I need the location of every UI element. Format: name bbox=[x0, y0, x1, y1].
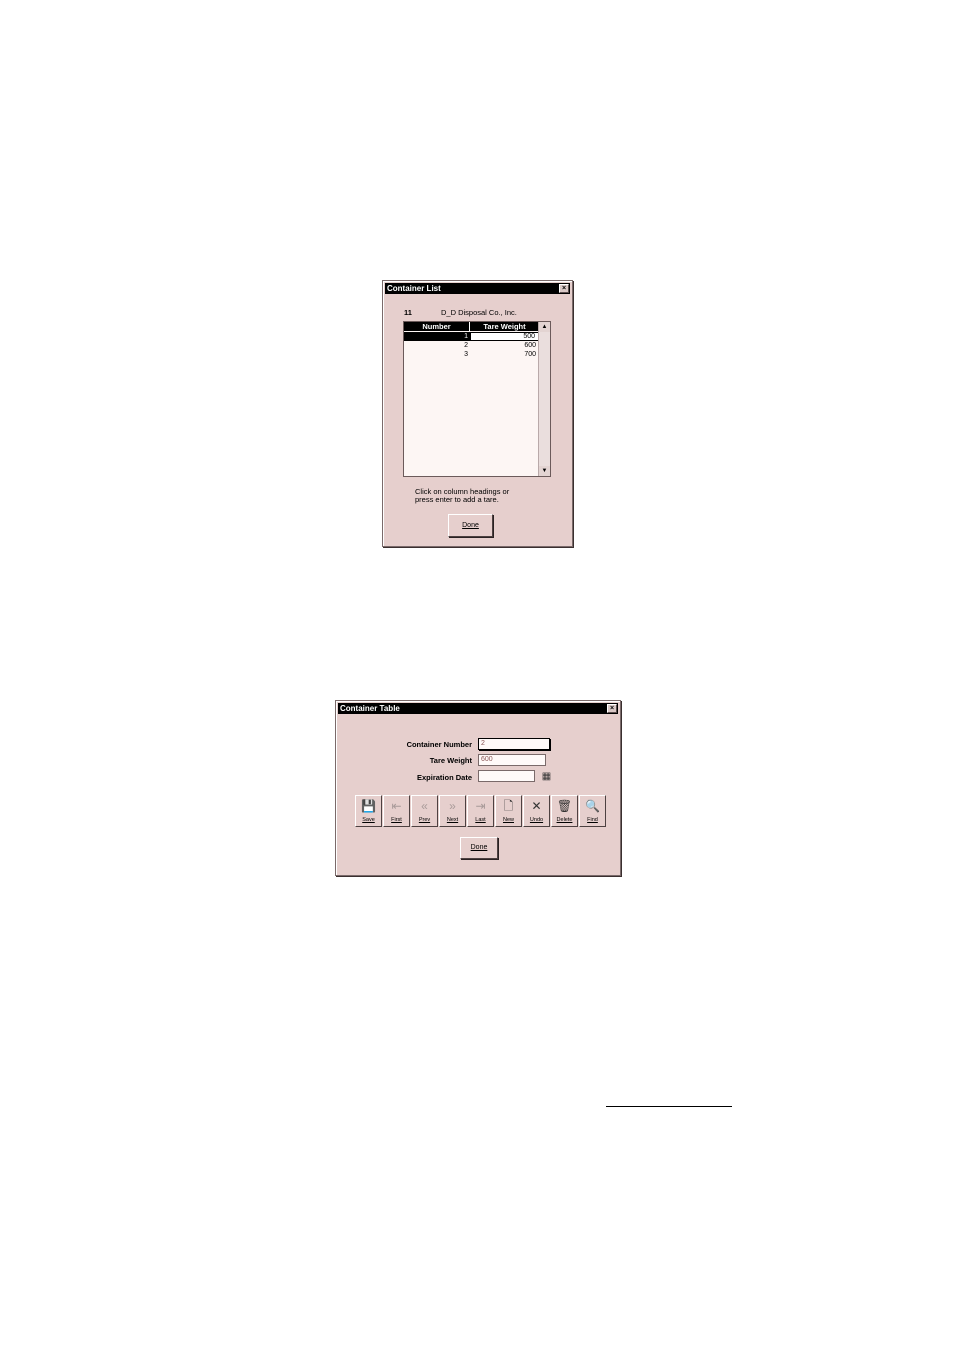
column-header-tare-weight[interactable]: Tare Weight bbox=[470, 322, 539, 331]
undo-icon: ✕ bbox=[531, 799, 542, 813]
row-number: 1 bbox=[464, 333, 468, 340]
delete-button[interactable]: 🗑 Delete bbox=[551, 795, 578, 827]
expiration-date-label: Expiration Date bbox=[416, 773, 472, 782]
tare-weight-input[interactable]: 600 bbox=[478, 754, 546, 766]
row-number: 3 bbox=[464, 351, 468, 358]
new-icon: 🗋 bbox=[503, 799, 514, 813]
find-label: Find bbox=[587, 817, 598, 823]
find-button[interactable]: 🔍 Find bbox=[579, 795, 606, 827]
done-button[interactable]: Done bbox=[460, 837, 498, 859]
hint-line-2: press enter to add a tare. bbox=[415, 495, 499, 504]
container-list-title: Container List bbox=[387, 284, 441, 293]
prev-icon: « bbox=[421, 799, 428, 813]
company-name: D_D Disposal Co., Inc. bbox=[441, 308, 517, 317]
last-label: Last bbox=[475, 817, 486, 823]
close-icon[interactable]: × bbox=[607, 704, 617, 713]
row-tare-weight: 700 bbox=[524, 351, 536, 358]
company-code: 11 bbox=[404, 308, 412, 317]
expiration-date-input[interactable] bbox=[478, 770, 535, 782]
done-button[interactable]: Done bbox=[448, 514, 493, 537]
calendar-icon[interactable]: ▦ bbox=[541, 771, 552, 782]
container-table-titlebar[interactable]: Container Table × bbox=[338, 703, 618, 714]
row-tare-weight[interactable]: 500 bbox=[470, 332, 539, 341]
first-icon: ⇤ bbox=[391, 799, 402, 813]
row-tare-weight: 600 bbox=[524, 342, 536, 349]
scroll-down-icon[interactable]: ▼ bbox=[539, 466, 550, 476]
prev-button[interactable]: « Prev bbox=[411, 795, 438, 827]
next-icon: » bbox=[449, 799, 456, 813]
delete-icon: 🗑 bbox=[556, 799, 573, 813]
last-button[interactable]: ⇥ Last bbox=[467, 795, 494, 827]
save-button[interactable]: 💾 Save bbox=[355, 795, 382, 827]
row-number: 2 bbox=[464, 342, 468, 349]
container-table-title: Container Table bbox=[340, 704, 400, 713]
container-number-label: Container Number bbox=[406, 740, 472, 749]
done-button-label: Done bbox=[470, 844, 488, 851]
next-button[interactable]: » Next bbox=[439, 795, 466, 827]
done-button-label: Done bbox=[462, 522, 479, 529]
undo-label: Undo bbox=[529, 817, 544, 823]
scroll-up-icon[interactable]: ▲ bbox=[539, 322, 550, 332]
footnote-rule bbox=[606, 1106, 732, 1107]
close-icon[interactable]: × bbox=[559, 284, 569, 293]
table-row[interactable]: 1 500 bbox=[404, 332, 539, 341]
delete-label: Delete bbox=[556, 817, 573, 823]
save-icon: 💾 bbox=[361, 799, 376, 813]
find-icon: 🔍 bbox=[585, 799, 600, 813]
container-grid[interactable]: Number Tare Weight 1 500 2 600 3 700 ▲ ▼ bbox=[403, 321, 551, 477]
container-table-window: Container Table × Container Number 2 Tar… bbox=[335, 700, 621, 876]
column-header-number[interactable]: Number bbox=[404, 322, 470, 331]
tare-weight-label: Tare Weight bbox=[429, 756, 472, 765]
table-row[interactable]: 2 600 bbox=[404, 341, 539, 350]
save-label: Save bbox=[362, 817, 375, 823]
record-toolbar: 💾 Save ⇤ First « Prev » Next ⇥ Last 🗋 Ne… bbox=[355, 795, 606, 827]
prev-label: Prev bbox=[418, 817, 431, 823]
new-button[interactable]: 🗋 New bbox=[495, 795, 522, 827]
vertical-scrollbar[interactable]: ▲ ▼ bbox=[538, 322, 550, 476]
container-list-titlebar[interactable]: Container List × bbox=[385, 283, 570, 294]
undo-button[interactable]: ✕ Undo bbox=[523, 795, 550, 827]
table-row[interactable]: 3 700 bbox=[404, 350, 539, 359]
last-icon: ⇥ bbox=[475, 799, 486, 813]
next-label: Next bbox=[446, 817, 459, 823]
new-label: New bbox=[502, 817, 514, 823]
container-list-window: Container List × 11 D_D Disposal Co., In… bbox=[382, 280, 573, 547]
first-label: First bbox=[391, 817, 402, 823]
first-button[interactable]: ⇤ First bbox=[383, 795, 410, 827]
container-number-input[interactable]: 2 bbox=[478, 738, 550, 750]
